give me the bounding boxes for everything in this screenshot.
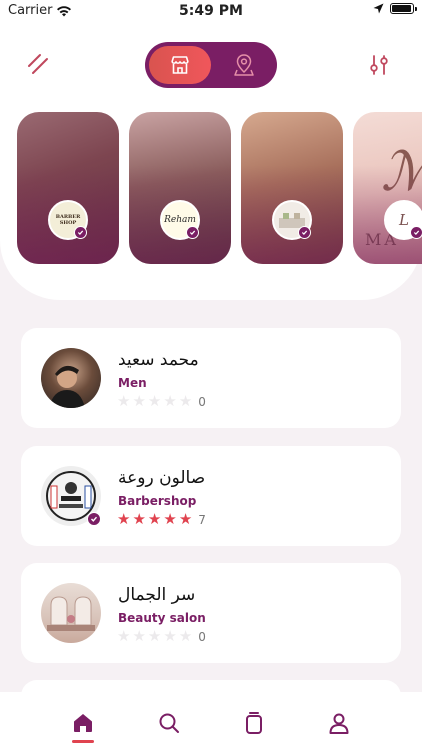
menu-slash-icon	[28, 54, 48, 74]
map-view-button[interactable]	[225, 50, 263, 80]
star-icon: ★	[178, 392, 193, 410]
story-card[interactable]	[241, 112, 343, 264]
star-icon: ★	[178, 510, 193, 528]
clock: 5:49 PM	[179, 3, 243, 19]
map-pin-icon	[234, 54, 254, 76]
star-icon: ★	[147, 627, 162, 645]
salon-name: صالون روعة	[118, 468, 206, 488]
review-count: 0	[198, 394, 206, 409]
home-icon	[74, 714, 92, 732]
nav-search[interactable]	[156, 710, 182, 736]
verified-icon	[87, 512, 101, 526]
rating-stars: ★ ★ ★ ★ ★ 7	[117, 512, 206, 527]
review-count: 0	[198, 629, 206, 644]
bookings-icon	[246, 712, 262, 734]
rating-stars: ★ ★ ★ ★ ★ 0	[117, 629, 206, 644]
store-view-button[interactable]	[149, 46, 211, 84]
salon-card[interactable]: صالون روعة Barbershop ★ ★ ★ ★ ★ 7	[21, 446, 401, 546]
store-icon	[171, 56, 189, 74]
star-icon: ★	[163, 392, 177, 410]
profile-icon	[329, 713, 349, 734]
menu-button[interactable]	[26, 52, 50, 76]
status-bar: Carrier 5:49 PM	[0, 0, 422, 22]
salon-category: Barbershop	[118, 494, 197, 508]
filter-button[interactable]	[368, 54, 390, 76]
battery-icon	[390, 3, 417, 14]
avatar	[41, 348, 101, 408]
verified-icon	[186, 226, 199, 239]
verified-icon	[298, 226, 311, 239]
review-count: 7	[198, 512, 206, 527]
avatar	[41, 583, 101, 643]
story-logo-text: Reham	[164, 215, 196, 225]
star-icon: ★	[117, 510, 131, 528]
active-tab-indicator	[72, 740, 94, 743]
salon-category: Men	[118, 376, 147, 390]
salon-category: Beauty salon	[118, 611, 206, 625]
verified-icon	[74, 226, 87, 239]
story-card[interactable]: Reham	[129, 112, 231, 264]
barber-photo-icon	[49, 365, 85, 408]
salon-photo-icon	[47, 596, 95, 631]
star-icon: ★	[178, 627, 193, 645]
salon-card[interactable]: محمد سعيد Men ★ ★ ★ ★ ★ 0	[21, 328, 401, 428]
search-icon	[159, 713, 179, 733]
nav-bookings[interactable]	[241, 710, 267, 736]
star-icon: ★	[163, 627, 177, 645]
salon-name: محمد سعيد	[118, 350, 199, 370]
story-logo-text: L	[399, 211, 409, 229]
star-icon: ★	[147, 510, 162, 528]
sliders-icon	[370, 55, 388, 75]
stories-carousel: BARBER SHOP Reham L	[0, 112, 422, 268]
star-icon: ★	[117, 627, 131, 645]
star-icon: ★	[147, 392, 162, 410]
rating-stars: ★ ★ ★ ★ ★ 0	[117, 394, 206, 409]
star-icon: ★	[163, 510, 177, 528]
salon-name: سر الجمال	[118, 585, 196, 605]
bottom-navigation	[0, 692, 422, 750]
nav-profile[interactable]	[326, 710, 352, 736]
story-card[interactable]: MA ℳ L	[353, 112, 422, 264]
nav-home[interactable]	[70, 710, 96, 736]
star-icon: ★	[132, 510, 146, 528]
location-arrow-icon	[373, 3, 384, 14]
verified-icon	[410, 226, 422, 239]
battery-level	[392, 5, 411, 12]
story-logo-text: BARBER SHOP	[55, 214, 81, 226]
salon-card[interactable]: سر الجمال Beauty salon ★ ★ ★ ★ ★ 0	[21, 563, 401, 663]
star-icon: ★	[132, 392, 146, 410]
star-icon: ★	[132, 627, 146, 645]
top-panel: BARBER SHOP Reham L	[0, 22, 422, 300]
view-toggle	[145, 42, 277, 88]
star-icon: ★	[117, 392, 131, 410]
story-card[interactable]: BARBER SHOP	[17, 112, 119, 264]
